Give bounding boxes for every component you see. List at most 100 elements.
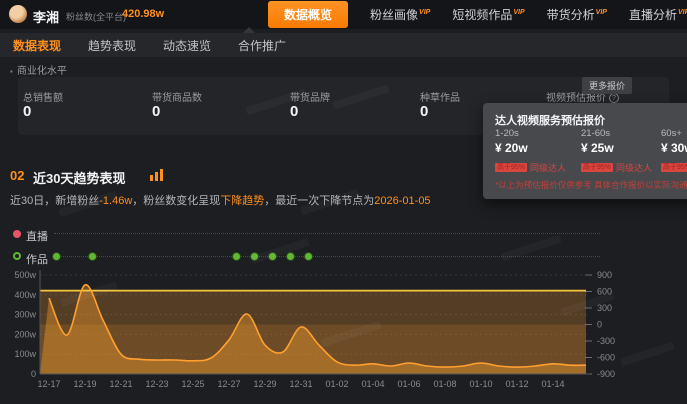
- x-tick: 01-02: [325, 379, 348, 389]
- peer-badge: 高于95%: [495, 163, 527, 172]
- popup-title: 达人视频服务预估报价: [495, 115, 605, 127]
- plain-text: ，粉丝数变化呈现: [132, 195, 221, 207]
- work-event-dot[interactable]: [233, 253, 240, 260]
- nav-caret-icon: [243, 27, 255, 33]
- work-event-dot[interactable]: [251, 253, 258, 260]
- x-tick: 12-25: [181, 379, 204, 389]
- legend-label[interactable]: 直播: [26, 228, 48, 244]
- highlight-text: 下降趋势: [220, 195, 265, 207]
- metric-value: 0: [23, 103, 32, 120]
- x-tick: 01-12: [505, 379, 528, 389]
- analytics-dashboard: 李湘 粉丝数(全平台) 420.98w 数据概览 粉丝画像VIP 短视频作品VIP 带…: [0, 0, 687, 404]
- top-tab-直播分析[interactable]: 直播分析VIP: [629, 6, 687, 23]
- x-tick: 01-08: [433, 379, 456, 389]
- y-left-tick: 100w: [14, 349, 36, 359]
- y-right-tick: -600: [597, 353, 615, 363]
- x-tick: 12-29: [253, 379, 276, 389]
- y-right-tick: -300: [597, 336, 615, 346]
- x-tick: 12-17: [37, 379, 60, 389]
- y-right-tick: 600: [597, 287, 612, 297]
- x-tick: 12-23: [145, 379, 168, 389]
- metric-label: 带货品牌: [290, 93, 330, 104]
- top-tab-短视频作品[interactable]: 短视频作品VIP: [452, 6, 524, 23]
- metric-value: 0: [290, 103, 299, 120]
- timeline-rule: [54, 256, 600, 257]
- peer-badge: 高于95%: [661, 163, 687, 172]
- legend-row-直播: 直播: [0, 228, 687, 243]
- x-tick: 12-27: [217, 379, 240, 389]
- y-right-tick: 900: [597, 270, 612, 280]
- y-right-tick: -900: [597, 369, 615, 379]
- vip-badge: VIP: [513, 9, 525, 16]
- top-tabs: 数据概览 粉丝画像VIP 短视频作品VIP 带货分析VIP 直播分析VIP: [268, 0, 687, 29]
- subnav-item-数据表现[interactable]: 数据表现: [13, 37, 61, 54]
- x-tick: 01-04: [361, 379, 384, 389]
- work-event-dot[interactable]: [269, 253, 276, 260]
- plain-text: ，最近一次下降节点为: [264, 195, 375, 207]
- avatar[interactable]: [9, 5, 27, 23]
- peer-compare-row: 高于95%同级达人: [581, 161, 652, 174]
- price-value: ¥ 25w: [581, 141, 614, 155]
- section-title: 近30天趋势表现: [33, 171, 126, 186]
- vip-badge: VIP: [677, 9, 687, 16]
- peer-compare-row: 高于95%同级达人: [661, 161, 687, 174]
- followers-value: 420.98w: [122, 8, 165, 20]
- popup-note: *以上为预估报价仅供参考 具体合作报价以实际沟通为准: [495, 180, 687, 190]
- subnav-item-趋势表现[interactable]: 趋势表现: [88, 37, 136, 54]
- vip-badge: VIP: [595, 9, 607, 16]
- top-tab-带货分析[interactable]: 带货分析VIP: [547, 6, 607, 23]
- trend-icon: [150, 169, 163, 181]
- metric-value: 0: [152, 103, 161, 120]
- y-left-tick: 300w: [14, 310, 36, 320]
- highlight-text: 2026-01-05: [374, 195, 431, 207]
- y-right-tick: 0: [597, 320, 602, 330]
- vip-badge: VIP: [419, 9, 431, 16]
- duration-label: 60s+: [661, 128, 682, 139]
- live-legend-icon: [13, 230, 21, 238]
- legend-row-作品: 作品: [0, 251, 687, 266]
- bullet-icon: ▪: [10, 67, 13, 76]
- x-tick: 01-06: [397, 379, 420, 389]
- y-right-tick: 300: [597, 303, 612, 313]
- trend-description: 近30日，新增粉丝-1.46w，粉丝数变化呈现下降趋势，最近一次下降节点为202…: [10, 192, 431, 208]
- top-bar: 李湘 粉丝数(全平台) 420.98w 数据概览 粉丝画像VIP 短视频作品VIP 带…: [0, 0, 687, 29]
- x-tick: 12-19: [73, 379, 96, 389]
- work-event-dot[interactable]: [89, 253, 96, 260]
- top-tab-粉丝画像[interactable]: 粉丝画像VIP: [370, 6, 430, 23]
- x-tick: 01-14: [541, 379, 564, 389]
- y-left-tick: 0: [31, 369, 36, 379]
- x-tick: 12-21: [109, 379, 132, 389]
- x-tick: 01-10: [469, 379, 492, 389]
- peer-badge: 高于95%: [581, 163, 613, 172]
- price-value: ¥ 30w: [661, 141, 687, 155]
- top-tab-数据概览[interactable]: 数据概览: [268, 1, 349, 28]
- fans-trend-chart[interactable]: 500w 400w 300w 200w 100w 0 900 600 300 0 -300 -600 -…: [0, 263, 687, 404]
- sub-nav: 数据表现 趋势表现 动态速览 合作推广: [0, 27, 687, 58]
- peer-label: 同级达人: [616, 163, 653, 173]
- more-quotes-button[interactable]: 更多报价: [581, 77, 632, 94]
- metric-label: 总销售额: [23, 93, 63, 104]
- work-event-dot[interactable]: [53, 253, 60, 260]
- works-legend-icon: [13, 252, 21, 260]
- highlight-text: -1.46w: [99, 195, 133, 207]
- work-event-dot[interactable]: [305, 253, 312, 260]
- price-value: ¥ 20w: [495, 141, 528, 155]
- metric-value: 0: [420, 103, 429, 120]
- subnav-item-合作推广[interactable]: 合作推广: [238, 37, 286, 54]
- timeline-rule: [54, 233, 600, 234]
- duration-label: 1-20s: [495, 128, 519, 139]
- y-left-tick: 200w: [14, 329, 36, 339]
- help-icon[interactable]: ?: [609, 93, 619, 103]
- followers-label: 粉丝数(全平台): [66, 12, 126, 22]
- x-tick: 12-31: [289, 379, 312, 389]
- peer-compare-row: 高于95%同级达人: [495, 161, 566, 174]
- metric-label: 种草作品: [420, 93, 460, 104]
- creator-name: 李湘: [33, 10, 60, 25]
- section-index: 02: [10, 168, 25, 183]
- work-event-dot[interactable]: [287, 253, 294, 260]
- video-quote-popup: 达人视频服务预估报价 1-20s ¥ 20w 高于95% 同级达人 21-60s ¥ 25…: [483, 103, 687, 199]
- subnav-item-动态速览[interactable]: 动态速览: [163, 37, 211, 54]
- duration-label: 21-60s: [581, 128, 611, 139]
- metric-label: 带货商品数: [152, 93, 202, 104]
- y-left-tick: 400w: [14, 290, 36, 300]
